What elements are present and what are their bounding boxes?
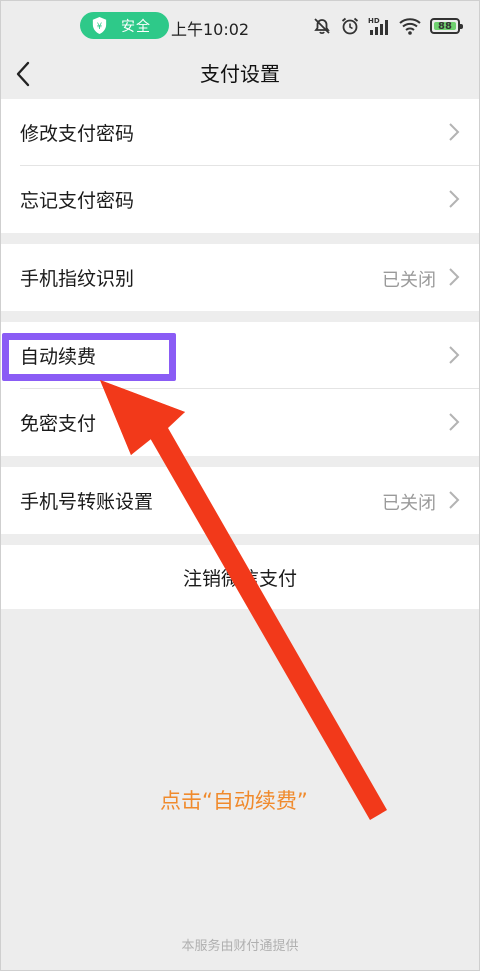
forgot-pay-password-label: 忘记支付密码 [20,190,135,212]
wifi-icon [399,18,421,35]
phone-transfer-settings-item[interactable]: 手机号转账设置 已关闭 [0,467,480,534]
phone-transfer-status: 已关闭 [382,493,436,514]
fingerprint-group: 手机指纹识别 已关闭 [0,244,480,311]
service-provider-note: 本服务由财付通提供 [181,939,299,954]
annotation-caption: 点击“自动续费” [160,789,308,813]
security-status-label: 安全 [121,19,151,35]
nav-bar: 支付设置 [0,50,480,98]
svg-text:¥: ¥ [97,22,103,32]
deregister-wechat-pay-label: 注销微信支付 [182,567,297,590]
signal-icon: HD [368,17,388,35]
chevron-right-icon [449,268,460,286]
status-bar: ¥ 安全 上午10:02 HD 88 [0,0,480,50]
deregister-wechat-pay-button[interactable]: 注销微信支付 [0,545,480,609]
password-settings-group: 修改支付密码 忘记支付密码 [0,99,480,233]
status-time: 上午10:02 [171,20,250,39]
mute-icon [314,18,330,34]
fingerprint-item[interactable]: 手机指纹识别 已关闭 [0,244,480,311]
forgot-pay-password-item[interactable]: 忘记支付密码 [0,166,480,233]
svg-text:HD: HD [368,17,380,25]
phone-transfer-settings-label: 手机号转账设置 [20,491,154,513]
chevron-right-icon [449,123,460,141]
fingerprint-label: 手机指纹识别 [20,268,135,290]
deregister-group: 注销微信支付 [0,545,480,609]
change-pay-password-label: 修改支付密码 [20,123,135,145]
chevron-right-icon [449,190,460,208]
password-free-payment-item[interactable]: 免密支付 [0,389,480,456]
phone-transfer-group: 手机号转账设置 已关闭 [0,467,480,534]
page-title: 支付设置 [200,62,280,86]
fingerprint-status: 已关闭 [382,270,436,291]
shield-icon: ¥ [92,16,107,35]
chevron-right-icon [449,413,460,431]
chevron-right-icon [449,491,460,509]
password-free-payment-label: 免密支付 [20,413,97,435]
change-pay-password-item[interactable]: 修改支付密码 [0,99,480,166]
system-icons: HD 88 [312,14,463,38]
battery-level: 88 [438,20,452,32]
chevron-right-icon [449,346,460,364]
auto-renewal-highlight-box [2,333,176,381]
alarm-icon [341,17,359,35]
battery-icon: 88 [430,18,463,34]
security-status-badge[interactable]: ¥ 安全 [80,12,169,39]
